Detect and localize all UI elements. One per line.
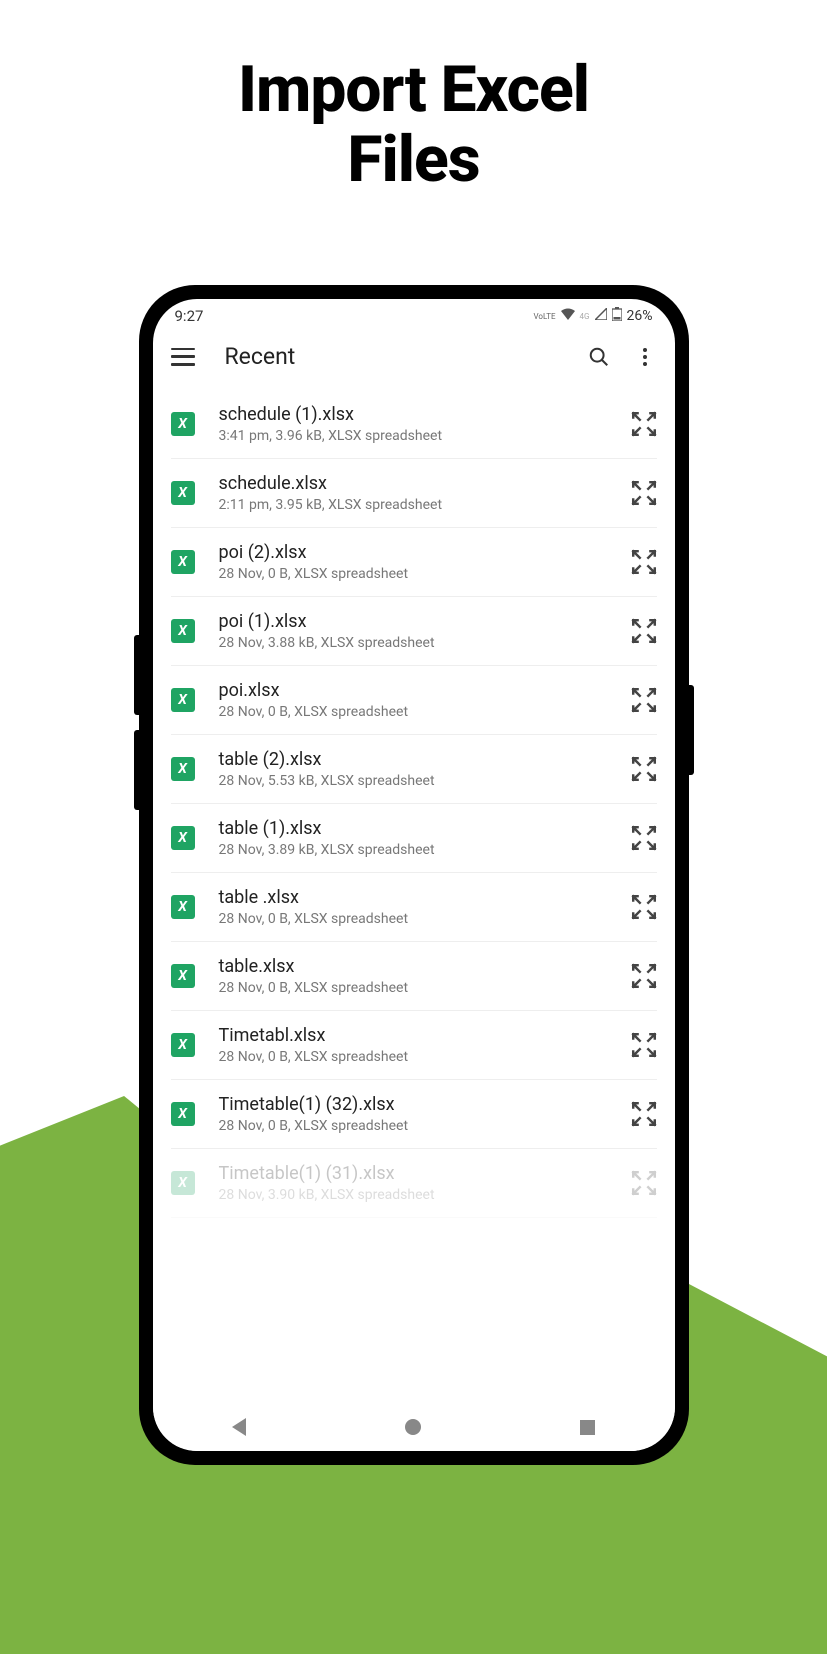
expand-icon[interactable]	[631, 825, 657, 851]
excel-icon: X	[171, 481, 195, 505]
file-name: table (1).xlsx	[219, 818, 623, 839]
file-name: poi (2).xlsx	[219, 542, 623, 563]
excel-icon: X	[171, 412, 195, 436]
expand-icon[interactable]	[631, 1032, 657, 1058]
signal-icon	[595, 308, 607, 324]
excel-icon: X	[171, 757, 195, 781]
nav-back-button[interactable]	[232, 1418, 246, 1436]
file-meta: 28 Nov, 0 B, XLSX spreadsheet	[219, 980, 623, 996]
file-meta: 28 Nov, 5.53 kB, XLSX spreadsheet	[219, 773, 623, 789]
menu-icon[interactable]	[171, 348, 195, 366]
file-row[interactable]: X table (2).xlsx 28 Nov, 5.53 kB, XLSX s…	[171, 735, 657, 804]
expand-icon[interactable]	[631, 480, 657, 506]
file-info: Timetable(1) (32).xlsx 28 Nov, 0 B, XLSX…	[219, 1094, 623, 1134]
file-name: Timetable(1) (31).xlsx	[219, 1163, 623, 1184]
volte-icon: VoLTE	[534, 312, 556, 321]
file-meta: 3:41 pm, 3.96 kB, XLSX spreadsheet	[219, 428, 623, 444]
app-bar: Recent	[153, 329, 675, 386]
file-meta: 28 Nov, 3.89 kB, XLSX spreadsheet	[219, 842, 623, 858]
file-meta: 28 Nov, 0 B, XLSX spreadsheet	[219, 1118, 623, 1134]
expand-icon[interactable]	[631, 756, 657, 782]
file-row[interactable]: X poi.xlsx 28 Nov, 0 B, XLSX spreadsheet	[171, 666, 657, 735]
file-row[interactable]: X table (1).xlsx 28 Nov, 3.89 kB, XLSX s…	[171, 804, 657, 873]
file-meta: 28 Nov, 0 B, XLSX spreadsheet	[219, 566, 623, 582]
file-name: poi.xlsx	[219, 680, 623, 701]
file-name: table (2).xlsx	[219, 749, 623, 770]
wifi-icon	[561, 308, 575, 324]
excel-icon: X	[171, 550, 195, 574]
excel-icon: X	[171, 688, 195, 712]
phone-frame: 9:27 VoLTE 4G 26% Recent	[139, 285, 689, 1465]
excel-icon: X	[171, 1033, 195, 1057]
file-meta: 28 Nov, 0 B, XLSX spreadsheet	[219, 704, 623, 720]
file-info: poi (2).xlsx 28 Nov, 0 B, XLSX spreadshe…	[219, 542, 623, 582]
file-row[interactable]: X Timetable(1) (31).xlsx 28 Nov, 3.90 kB…	[171, 1149, 657, 1218]
file-row[interactable]: X Timetabl.xlsx 28 Nov, 0 B, XLSX spread…	[171, 1011, 657, 1080]
search-icon[interactable]	[587, 345, 611, 369]
promo-title: Import Excel Files	[0, 55, 827, 196]
file-row[interactable]: X table .xlsx 28 Nov, 0 B, XLSX spreadsh…	[171, 873, 657, 942]
excel-icon: X	[171, 964, 195, 988]
promo-line1: Import Excel	[0, 55, 827, 125]
file-info: schedule.xlsx 2:11 pm, 3.95 kB, XLSX spr…	[219, 473, 623, 513]
more-icon[interactable]	[633, 345, 657, 369]
file-info: table (2).xlsx 28 Nov, 5.53 kB, XLSX spr…	[219, 749, 623, 789]
file-info: poi.xlsx 28 Nov, 0 B, XLSX spreadsheet	[219, 680, 623, 720]
excel-icon: X	[171, 1102, 195, 1126]
file-info: table (1).xlsx 28 Nov, 3.89 kB, XLSX spr…	[219, 818, 623, 858]
expand-icon[interactable]	[631, 1101, 657, 1127]
file-name: table .xlsx	[219, 887, 623, 908]
file-row[interactable]: X Timetable(1) (32).xlsx 28 Nov, 0 B, XL…	[171, 1080, 657, 1149]
file-info: schedule (1).xlsx 3:41 pm, 3.96 kB, XLSX…	[219, 404, 623, 444]
file-meta: 28 Nov, 0 B, XLSX spreadsheet	[219, 1049, 623, 1065]
file-name: Timetabl.xlsx	[219, 1025, 623, 1046]
expand-icon[interactable]	[631, 894, 657, 920]
file-info: poi (1).xlsx 28 Nov, 3.88 kB, XLSX sprea…	[219, 611, 623, 651]
expand-icon[interactable]	[631, 687, 657, 713]
file-row[interactable]: X schedule.xlsx 2:11 pm, 3.95 kB, XLSX s…	[171, 459, 657, 528]
status-right: VoLTE 4G 26%	[534, 307, 653, 325]
file-row[interactable]: X schedule (1).xlsx 3:41 pm, 3.96 kB, XL…	[171, 386, 657, 459]
battery-percent: 26%	[627, 308, 653, 324]
nav-home-button[interactable]	[405, 1419, 421, 1435]
expand-icon[interactable]	[631, 411, 657, 437]
nav-recent-button[interactable]	[580, 1420, 595, 1435]
volume-up-button	[134, 635, 140, 715]
battery-icon	[612, 307, 622, 325]
expand-icon[interactable]	[631, 618, 657, 644]
excel-icon: X	[171, 1171, 195, 1195]
file-list: X schedule (1).xlsx 3:41 pm, 3.96 kB, XL…	[153, 386, 675, 1218]
nav-bar	[153, 1403, 675, 1451]
expand-icon[interactable]	[631, 963, 657, 989]
expand-icon[interactable]	[631, 1170, 657, 1196]
excel-icon: X	[171, 619, 195, 643]
status-bar: 9:27 VoLTE 4G 26%	[153, 299, 675, 329]
file-row[interactable]: X poi (2).xlsx 28 Nov, 0 B, XLSX spreads…	[171, 528, 657, 597]
file-name: poi (1).xlsx	[219, 611, 623, 632]
network-label: 4G	[580, 312, 590, 321]
file-meta: 28 Nov, 3.88 kB, XLSX spreadsheet	[219, 635, 623, 651]
volume-down-button	[134, 730, 140, 810]
file-info: table.xlsx 28 Nov, 0 B, XLSX spreadsheet	[219, 956, 623, 996]
file-meta: 28 Nov, 0 B, XLSX spreadsheet	[219, 911, 623, 927]
file-name: schedule.xlsx	[219, 473, 623, 494]
promo-line2: Files	[0, 125, 827, 195]
phone-screen: 9:27 VoLTE 4G 26% Recent	[153, 299, 675, 1451]
status-time: 9:27	[175, 307, 204, 325]
excel-icon: X	[171, 826, 195, 850]
expand-icon[interactable]	[631, 549, 657, 575]
file-info: Timetabl.xlsx 28 Nov, 0 B, XLSX spreadsh…	[219, 1025, 623, 1065]
excel-icon: X	[171, 895, 195, 919]
file-meta: 28 Nov, 3.90 kB, XLSX spreadsheet	[219, 1187, 623, 1203]
power-button	[688, 685, 694, 775]
file-name: Timetable(1) (32).xlsx	[219, 1094, 623, 1115]
file-row[interactable]: X table.xlsx 28 Nov, 0 B, XLSX spreadshe…	[171, 942, 657, 1011]
file-name: schedule (1).xlsx	[219, 404, 623, 425]
page-title: Recent	[225, 343, 587, 370]
file-info: Timetable(1) (31).xlsx 28 Nov, 3.90 kB, …	[219, 1163, 623, 1203]
file-name: table.xlsx	[219, 956, 623, 977]
file-meta: 2:11 pm, 3.95 kB, XLSX spreadsheet	[219, 497, 623, 513]
file-info: table .xlsx 28 Nov, 0 B, XLSX spreadshee…	[219, 887, 623, 927]
file-row[interactable]: X poi (1).xlsx 28 Nov, 3.88 kB, XLSX spr…	[171, 597, 657, 666]
